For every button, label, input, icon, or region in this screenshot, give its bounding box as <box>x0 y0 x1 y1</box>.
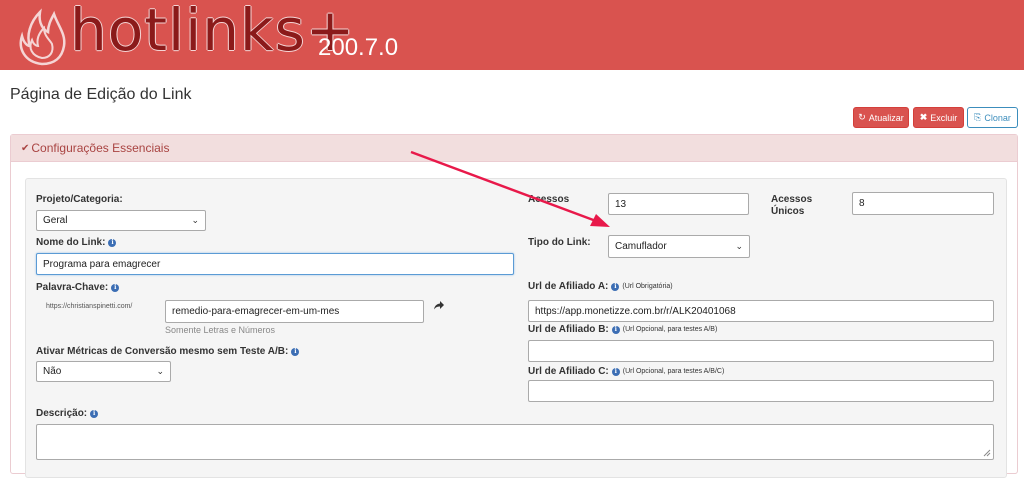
app-header: hotlinks+ 200.7.0 <box>0 0 1024 70</box>
clone-button[interactable]: ⎘ Clonar <box>967 107 1018 128</box>
description-label: Descrição: i <box>36 408 99 419</box>
keyword-label: Palavra-Chave: i <box>36 282 120 293</box>
clone-button-label: Clonar <box>984 112 1011 123</box>
chevron-down-icon: ⌄ <box>156 365 164 376</box>
access-count-field: 13 <box>608 193 749 215</box>
info-icon[interactable]: i <box>108 238 117 247</box>
keyword-prefix: https://christianspinetti.com/ <box>46 303 133 310</box>
chevron-down-icon: ⌄ <box>735 240 743 251</box>
panel-title: Configurações Essenciais <box>31 141 170 155</box>
link-name-input[interactable]: Programa para emagrecer <box>36 253 514 275</box>
affiliate-b-label: Url de Afiliado B: i (Url Opcional, para… <box>528 324 718 335</box>
metrics-label: Ativar Métricas de Conversão mesmo sem T… <box>36 346 300 357</box>
update-button[interactable]: ↻ Atualizar <box>853 107 909 128</box>
link-name-value: Programa para emagrecer <box>43 258 161 270</box>
project-select-value: Geral <box>43 215 68 226</box>
info-icon[interactable]: i <box>611 367 620 376</box>
keyword-value: remedio-para-emagrecer-em-um-mes <box>172 306 340 317</box>
app-version: 200.7.0 <box>318 34 399 61</box>
resize-handle-icon[interactable] <box>983 449 991 457</box>
affiliate-a-label: Url de Afiliado A: i (Url Obrigatória) <box>528 281 673 292</box>
link-name-label: Nome do Link: i <box>36 237 117 248</box>
flame-logo-icon <box>19 8 66 66</box>
description-textarea[interactable] <box>36 424 994 460</box>
close-icon: ✖ <box>919 112 928 122</box>
chevron-down-icon: ⌄ <box>191 214 199 225</box>
page-title: Página de Edição do Link <box>10 86 192 103</box>
info-icon[interactable]: i <box>90 409 99 418</box>
affiliate-a-value: https://app.monetizze.com.br/r/ALK204010… <box>535 305 736 317</box>
access-count-value: 13 <box>615 198 627 210</box>
chevron-down-icon: ✔ <box>21 142 30 154</box>
info-icon[interactable]: i <box>111 283 120 292</box>
affiliate-a-input[interactable]: https://app.monetizze.com.br/r/ALK204010… <box>528 300 994 322</box>
logo-text: hotlinks+ <box>70 0 356 64</box>
delete-button[interactable]: ✖ Excluir <box>913 107 964 128</box>
unique-access-value: 8 <box>859 198 865 209</box>
access-label: Acessos <box>528 194 570 205</box>
info-icon[interactable]: i <box>611 282 620 291</box>
metrics-select-value: Não <box>43 366 62 377</box>
project-label: Projeto/Categoria: <box>36 194 123 205</box>
metrics-select[interactable]: Não ⌄ <box>36 361 171 382</box>
info-icon[interactable]: i <box>611 325 620 334</box>
link-type-select[interactable]: Camuflador ⌄ <box>608 235 750 258</box>
project-select[interactable]: Geral ⌄ <box>36 210 206 231</box>
info-icon[interactable]: i <box>291 347 300 356</box>
update-button-label: Atualizar <box>868 112 904 123</box>
share-arrow-icon[interactable] <box>434 301 444 310</box>
keyword-hint: Somente Letras e Números <box>165 325 276 335</box>
link-type-value: Camuflador <box>615 241 667 252</box>
affiliate-c-label: Url de Afiliado C: i (Url Opcional, para… <box>528 366 725 377</box>
unique-access-field: 8 <box>852 192 994 215</box>
link-type-label: Tipo do Link: <box>528 237 591 248</box>
copy-icon: ⎘ <box>974 112 982 122</box>
keyword-input[interactable]: remedio-para-emagrecer-em-um-mes <box>165 300 424 323</box>
unique-access-label: Acessos Únicos <box>771 194 813 217</box>
panel-header[interactable]: ✔ Configurações Essenciais <box>11 135 1017 162</box>
delete-button-label: Excluir <box>930 112 958 123</box>
affiliate-c-input[interactable] <box>528 380 994 402</box>
affiliate-b-input[interactable] <box>528 340 994 362</box>
refresh-icon: ↻ <box>858 112 866 122</box>
